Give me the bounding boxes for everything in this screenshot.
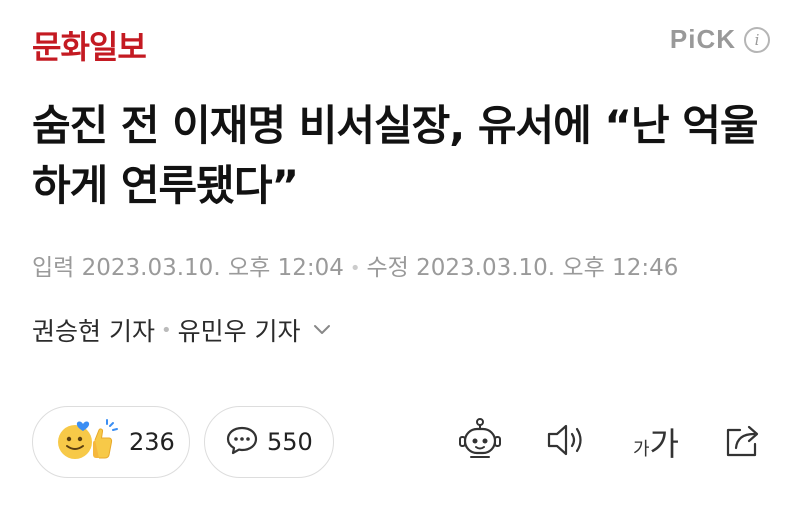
pick-label: PiCK — [669, 24, 736, 54]
speaker-icon — [544, 420, 588, 464]
robot-summary-icon — [457, 417, 503, 467]
comment-button[interactable]: 550 — [204, 406, 334, 478]
author-separator: • — [160, 319, 172, 341]
font-size-big-glyph: 가 — [649, 425, 679, 463]
author-byline[interactable]: 권승현 기자 • 유민우 기자 — [32, 312, 331, 348]
share-icon — [722, 420, 766, 464]
author-name: 권승현 기자 — [32, 317, 155, 346]
modified-date: 수정 2023.03.10. 오후 12:46 — [366, 255, 679, 281]
comment-icon — [225, 424, 259, 460]
article-headline: 숨진 전 이재명 비서실장, 유서에 “난 억울하게 연루됐다” — [32, 101, 759, 210]
published-date: 입력 2023.03.10. 오후 12:04 — [32, 255, 344, 281]
pick-badge[interactable]: PiCK i — [670, 24, 770, 55]
chevron-down-icon[interactable] — [313, 324, 331, 336]
article-dates: 입력 2023.03.10. 오후 12:04 • 수정 2023.03.10. 오… — [32, 248, 678, 282]
font-size-button[interactable]: 가가 — [630, 416, 682, 468]
date-separator: • — [349, 258, 361, 279]
share-button[interactable] — [720, 416, 768, 468]
publisher-logo[interactable]: 문화일보 — [32, 22, 147, 68]
comment-count: 550 — [267, 428, 313, 456]
font-size-icon: 가가 — [633, 419, 679, 465]
font-size-small-glyph: 가 — [632, 439, 650, 460]
tts-listen-button[interactable] — [542, 416, 590, 468]
author-name: 유민우 기자 — [177, 317, 301, 346]
info-icon[interactable]: i — [744, 26, 770, 53]
reaction-count: 236 — [129, 428, 175, 456]
emoji-reaction-icon — [55, 418, 121, 466]
summary-bot-button[interactable] — [456, 416, 504, 468]
reaction-button[interactable]: 236 — [32, 406, 190, 478]
